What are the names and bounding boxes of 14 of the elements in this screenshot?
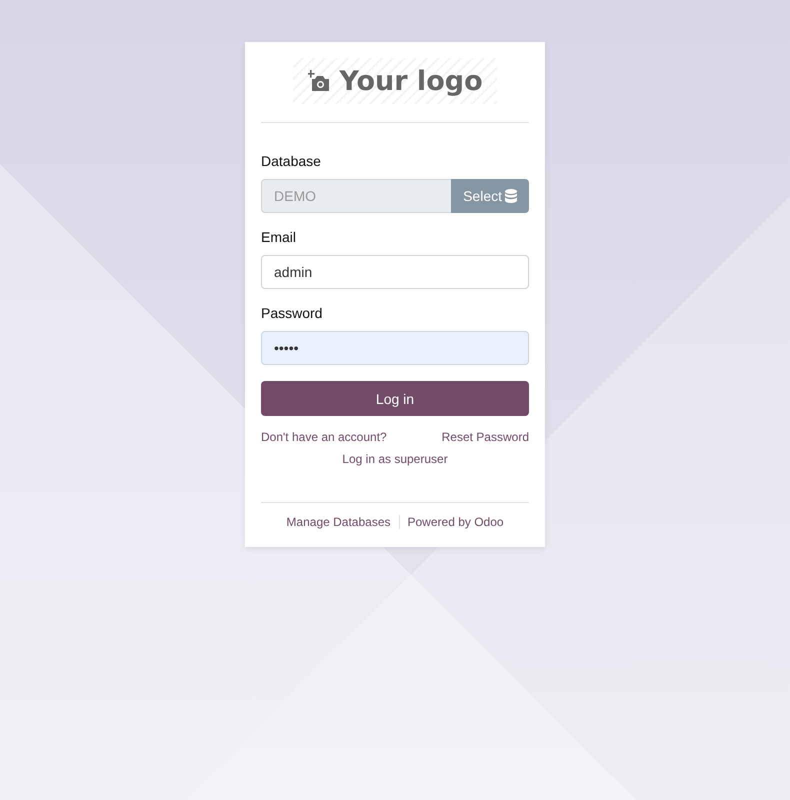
email-field[interactable]: admin: [261, 255, 529, 289]
login-button[interactable]: Log in: [261, 381, 529, 416]
field-label: Database: [261, 153, 321, 169]
field-label: Email: [261, 229, 296, 245]
signup-link[interactable]: Don't have an account?: [261, 430, 387, 444]
footer-link[interactable]: Manage Databases: [286, 515, 390, 529]
field-label: Password: [261, 305, 322, 321]
logo-text: Your logo: [339, 66, 483, 96]
superuser-link[interactable]: Log in as superuser: [342, 452, 448, 466]
database-icon: [505, 189, 517, 203]
add-photo-icon: [307, 70, 332, 92]
password-field[interactable]: •••••: [261, 331, 529, 365]
reset-password-link[interactable]: Reset Password: [442, 430, 529, 444]
footer-link[interactable]: Powered by Odoo: [408, 515, 504, 529]
